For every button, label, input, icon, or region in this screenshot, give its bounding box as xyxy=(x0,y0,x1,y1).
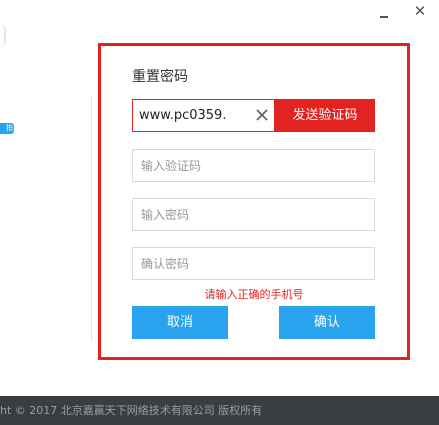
error-message: 请输入正确的手机号 xyxy=(204,288,304,301)
phone-row: 发送验证码 xyxy=(132,99,375,132)
minimize-button[interactable] xyxy=(374,4,396,26)
footer-copyright: ht © 2017 北京嘉赢天下网络技术有限公司 版权所有 xyxy=(0,396,439,425)
phone-input[interactable] xyxy=(133,100,251,131)
dialog-title: 重置密码 xyxy=(132,69,188,85)
password-input[interactable] xyxy=(132,198,375,231)
confirm-password-input[interactable] xyxy=(132,247,375,280)
send-code-button[interactable]: 发送验证码 xyxy=(275,99,375,132)
sidebar-badge: 指南 xyxy=(0,123,14,134)
verification-code-input[interactable] xyxy=(132,149,375,182)
close-icon[interactable] xyxy=(254,107,270,123)
confirm-button[interactable]: 确认 xyxy=(279,306,375,339)
vertical-divider xyxy=(91,96,92,341)
close-window-button[interactable]: ✕ xyxy=(409,0,431,22)
panel-edge-decoration xyxy=(0,24,6,46)
cancel-button[interactable]: 取消 xyxy=(132,306,228,339)
reset-password-dialog: 重置密码 发送验证码 请输入正确的手机号 取消 确认 xyxy=(98,43,410,360)
phone-field xyxy=(132,99,275,132)
